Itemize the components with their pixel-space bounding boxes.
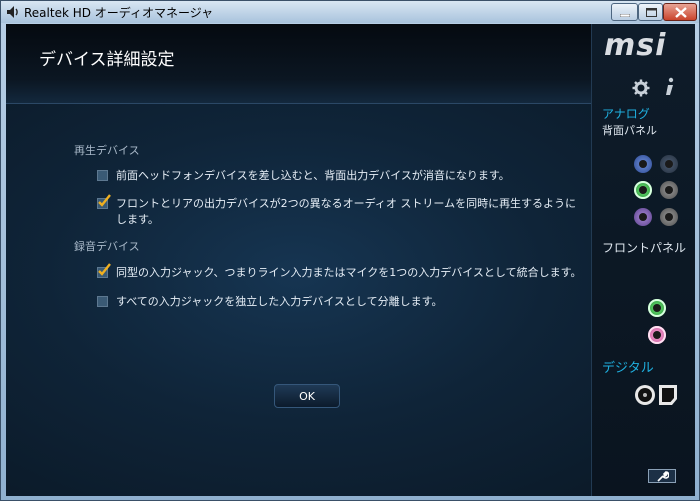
option-text: 同型の入力ジャック、つまりライン入力またはマイクを1つの入力デバイスとして統合し…: [116, 266, 582, 279]
close-button[interactable]: [663, 3, 697, 21]
rear-jack-purple[interactable]: [634, 208, 652, 226]
page-header: デバイス詳細設定: [6, 24, 591, 104]
ok-button[interactable]: OK: [274, 384, 340, 408]
multistream-checkbox[interactable]: [97, 194, 111, 209]
option-text: フロントとリアの出力デバイスが2つの異なるオーディオ ストリームを同時に再生する…: [116, 197, 577, 226]
option-text: 前面ヘッドフォンデバイスを差し込むと、背面出力デバイスが消音になります。: [116, 169, 510, 182]
minimize-button[interactable]: [611, 3, 638, 21]
separate-inputs-checkbox[interactable]: [97, 296, 108, 307]
rear-panel-label: 背面パネル: [602, 124, 657, 137]
wrench-icon: [657, 471, 669, 482]
coaxial-digital-icon[interactable]: [634, 384, 656, 406]
option-text: すべての入力ジャックを独立した入力デバイスとして分離します。: [116, 295, 443, 308]
window-title: Realtek HD オーディオマネージャ: [24, 6, 214, 20]
rear-jack-gray[interactable]: [660, 181, 678, 199]
combine-inputs-checkbox[interactable]: [97, 263, 111, 278]
option-multistream-playback[interactable]: フロントとリアの出力デバイスが2つの異なるオーディオ ストリームを同時に再生する…: [97, 194, 586, 228]
gear-icon[interactable]: [632, 79, 650, 97]
option-separate-input-jacks[interactable]: すべての入力ジャックを独立した入力デバイスとして分離します。: [97, 294, 586, 310]
msi-logo: msi: [604, 28, 667, 63]
maximize-icon: [646, 8, 657, 17]
rear-jack-gray-2[interactable]: [660, 208, 678, 226]
option-mute-rear-on-front-headphone[interactable]: 前面ヘッドフォンデバイスを差し込むと、背面出力デバイスが消音になります。: [97, 168, 586, 184]
client-area: デバイス詳細設定 再生デバイス 前面ヘッドフォンデバイスを差し込むと、背面出力デ…: [6, 24, 695, 496]
optical-digital-icon[interactable]: [658, 384, 678, 406]
rear-jack-green[interactable]: [634, 181, 652, 199]
front-panel-label: フロントパネル: [602, 241, 687, 255]
recording-section-label: 録音デバイス: [74, 240, 140, 253]
analog-label: アナログ: [602, 107, 650, 121]
maximize-button[interactable]: [638, 3, 663, 21]
page-title: デバイス詳細設定: [39, 50, 175, 70]
playback-section-label: 再生デバイス: [74, 144, 140, 157]
mute-rear-checkbox[interactable]: [97, 170, 108, 181]
checkmark-icon: [98, 194, 111, 207]
front-jack-pink[interactable]: [648, 326, 666, 344]
close-icon: [675, 7, 687, 18]
side-panel: msi アナログ 背面パネル フロントパネル デジタル: [591, 24, 695, 496]
option-combine-input-jacks[interactable]: 同型の入力ジャック、つまりライン入力またはマイクを1つの入力デバイスとして統合し…: [97, 263, 586, 281]
front-jack-green[interactable]: [648, 299, 666, 317]
title-bar[interactable]: Realtek HD オーディオマネージャ: [1, 1, 699, 23]
rear-jack-dark-blue[interactable]: [660, 155, 678, 173]
realtek-speaker-icon: [7, 6, 18, 18]
checkmark-icon: [98, 263, 111, 276]
wrench-settings-button[interactable]: [648, 469, 676, 483]
rear-jack-blue[interactable]: [634, 155, 652, 173]
minimize-icon: [620, 14, 630, 17]
digital-label: デジタル: [602, 361, 654, 376]
info-icon[interactable]: [662, 77, 676, 97]
app-window: Realtek HD オーディオマネージャ デバイス詳細設定 再生デバイス 前面…: [0, 0, 700, 501]
main-panel: デバイス詳細設定 再生デバイス 前面ヘッドフォンデバイスを差し込むと、背面出力デ…: [6, 24, 591, 496]
